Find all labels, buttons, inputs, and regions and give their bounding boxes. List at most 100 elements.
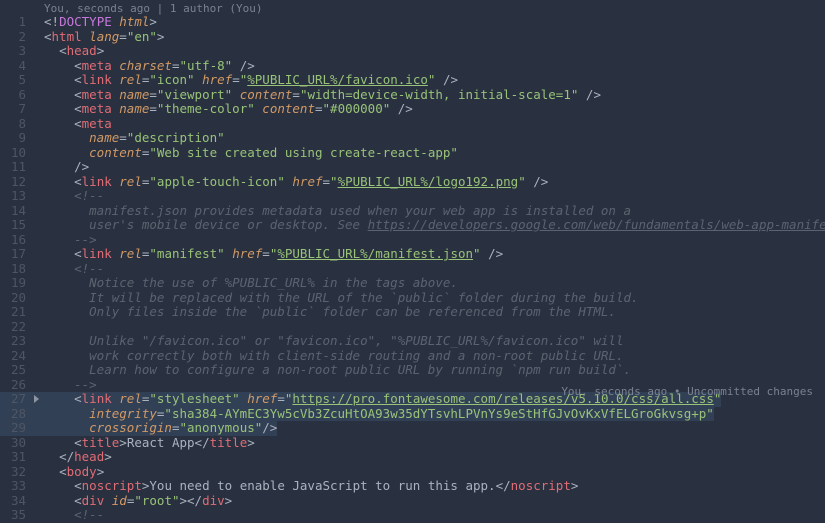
code-line[interactable]: 25 Learn how to configure a non-root pub… bbox=[0, 363, 825, 378]
code-line[interactable]: 12 <link rel="apple-touch-icon" href="%P… bbox=[0, 175, 825, 190]
code-line[interactable]: 31 </head> bbox=[0, 450, 825, 465]
code-content[interactable]: <noscript>You need to enable JavaScript … bbox=[44, 479, 578, 494]
code-content[interactable]: <!-- bbox=[44, 189, 104, 204]
code-line[interactable]: 29 crossorigin="anonymous"/> bbox=[0, 421, 825, 436]
gutter bbox=[32, 247, 44, 262]
code-line[interactable]: 22 bbox=[0, 320, 825, 335]
code-line[interactable]: 17 <link rel="manifest" href="%PUBLIC_UR… bbox=[0, 247, 825, 262]
code-line[interactable]: 7 <meta name="theme-color" content="#000… bbox=[0, 102, 825, 117]
code-line[interactable]: 30 <title>React App</title> bbox=[0, 436, 825, 451]
code-content[interactable]: <link rel="icon" href="%PUBLIC_URL%/favi… bbox=[44, 73, 458, 88]
code-line[interactable]: 33 <noscript>You need to enable JavaScri… bbox=[0, 479, 825, 494]
line-number: 8 bbox=[0, 117, 32, 132]
line-number: 11 bbox=[0, 160, 32, 175]
code-content[interactable]: <title>React App</title> bbox=[44, 436, 255, 451]
gutter bbox=[32, 349, 44, 364]
code-content[interactable]: user's mobile device or desktop. See htt… bbox=[44, 218, 825, 233]
code-content[interactable]: <link rel="apple-touch-icon" href="%PUBL… bbox=[44, 175, 548, 190]
code-content[interactable]: <!DOCTYPE html> bbox=[44, 15, 157, 30]
line-number: 3 bbox=[0, 44, 32, 59]
code-content[interactable]: <body> bbox=[44, 465, 104, 480]
code-line[interactable]: 16 --> bbox=[0, 233, 825, 248]
code-content[interactable]: <meta name="viewport" content="width=dev… bbox=[44, 88, 601, 103]
line-number: 10 bbox=[0, 146, 32, 161]
chevron-right-icon[interactable] bbox=[32, 392, 44, 407]
code-line[interactable]: 21 Only files inside the `public` folder… bbox=[0, 305, 825, 320]
code-line[interactable]: 13 <!-- bbox=[0, 189, 825, 204]
line-number: 35 bbox=[0, 508, 32, 523]
code-content[interactable]: <head> bbox=[44, 44, 104, 59]
gutter bbox=[32, 88, 44, 103]
gutter bbox=[32, 146, 44, 161]
code-line[interactable]: 3 <head> bbox=[0, 44, 825, 59]
code-line[interactable]: 8 <meta bbox=[0, 117, 825, 132]
code-line[interactable]: 6 <meta name="viewport" content="width=d… bbox=[0, 88, 825, 103]
code-content[interactable]: --> bbox=[44, 233, 97, 248]
code-content[interactable]: manifest.json provides metadata used whe… bbox=[44, 204, 631, 219]
codelens-inline[interactable]: You, seconds ago • Uncommitted changes bbox=[561, 385, 813, 398]
code-content[interactable]: Notice the use of %PUBLIC_URL% in the ta… bbox=[44, 276, 458, 291]
codelens-top[interactable]: You, seconds ago | 1 author (You) bbox=[0, 0, 825, 15]
code-content[interactable]: </head> bbox=[44, 450, 112, 465]
code-line[interactable]: 18 <!-- bbox=[0, 262, 825, 277]
code-editor[interactable]: 1<!DOCTYPE html>2<html lang="en">3 <head… bbox=[0, 15, 825, 523]
code-content[interactable]: /> bbox=[44, 160, 89, 175]
code-content[interactable]: Unlike "/favicon.ico" or "favicon.ico", … bbox=[44, 334, 623, 349]
code-content[interactable]: <link rel="manifest" href="%PUBLIC_URL%/… bbox=[44, 247, 503, 262]
code-line[interactable]: 2<html lang="en"> bbox=[0, 30, 825, 45]
gutter bbox=[32, 189, 44, 204]
code-line[interactable]: 1<!DOCTYPE html> bbox=[0, 15, 825, 30]
code-line[interactable]: 11 /> bbox=[0, 160, 825, 175]
code-content[interactable]: name="description" bbox=[44, 131, 225, 146]
code-content[interactable]: content="Web site created using create-r… bbox=[44, 146, 458, 161]
gutter bbox=[32, 494, 44, 509]
gutter bbox=[32, 407, 44, 422]
code-content[interactable] bbox=[44, 320, 52, 335]
code-content[interactable]: <meta bbox=[44, 117, 112, 132]
gutter bbox=[32, 30, 44, 45]
code-content[interactable]: --> bbox=[44, 378, 97, 393]
code-line[interactable]: 4 <meta charset="utf-8" /> bbox=[0, 59, 825, 74]
code-line[interactable]: 32 <body> bbox=[0, 465, 825, 480]
line-number: 25 bbox=[0, 363, 32, 378]
gutter bbox=[32, 15, 44, 30]
code-line[interactable]: 24 work correctly both with client-side … bbox=[0, 349, 825, 364]
line-number: 29 bbox=[0, 421, 32, 436]
code-line[interactable]: 23 Unlike "/favicon.ico" or "favicon.ico… bbox=[0, 334, 825, 349]
line-number: 32 bbox=[0, 465, 32, 480]
line-number: 6 bbox=[0, 88, 32, 103]
code-line[interactable]: 14 manifest.json provides metadata used … bbox=[0, 204, 825, 219]
code-content[interactable]: Only files inside the `public` folder ca… bbox=[44, 305, 616, 320]
gutter bbox=[32, 305, 44, 320]
code-line[interactable]: 15 user's mobile device or desktop. See … bbox=[0, 218, 825, 233]
code-line[interactable]: 35 <!-- bbox=[0, 508, 825, 523]
line-number: 13 bbox=[0, 189, 32, 204]
code-content[interactable]: Learn how to configure a non-root public… bbox=[44, 363, 631, 378]
code-line[interactable]: 9 name="description" bbox=[0, 131, 825, 146]
code-content[interactable]: <!-- bbox=[44, 508, 104, 523]
line-number: 31 bbox=[0, 450, 32, 465]
code-content[interactable]: integrity="sha384-AYmEC3Yw5cVb3ZcuHtOA93… bbox=[44, 407, 714, 422]
code-line[interactable]: 5 <link rel="icon" href="%PUBLIC_URL%/fa… bbox=[0, 73, 825, 88]
code-content[interactable]: crossorigin="anonymous"/> bbox=[44, 421, 277, 436]
code-content[interactable]: <div id="root"></div> bbox=[44, 494, 232, 509]
code-line[interactable]: 19 Notice the use of %PUBLIC_URL% in the… bbox=[0, 276, 825, 291]
code-line[interactable]: 34 <div id="root"></div> bbox=[0, 494, 825, 509]
line-number: 15 bbox=[0, 218, 32, 233]
code-line[interactable]: 28 integrity="sha384-AYmEC3Yw5cVb3ZcuHtO… bbox=[0, 407, 825, 422]
code-line[interactable]: 10 content="Web site created using creat… bbox=[0, 146, 825, 161]
code-content[interactable]: <meta charset="utf-8" /> bbox=[44, 59, 255, 74]
code-content[interactable]: <html lang="en"> bbox=[44, 30, 164, 45]
gutter bbox=[32, 378, 44, 393]
gutter bbox=[32, 175, 44, 190]
code-content[interactable]: It will be replaced with the URL of the … bbox=[44, 291, 639, 306]
gutter bbox=[32, 160, 44, 175]
code-content[interactable]: work correctly both with client-side rou… bbox=[44, 349, 623, 364]
line-number: 9 bbox=[0, 131, 32, 146]
code-content[interactable]: <!-- bbox=[44, 262, 104, 277]
line-number: 7 bbox=[0, 102, 32, 117]
code-content[interactable]: <meta name="theme-color" content="#00000… bbox=[44, 102, 413, 117]
line-number: 22 bbox=[0, 320, 32, 335]
line-number: 14 bbox=[0, 204, 32, 219]
code-line[interactable]: 20 It will be replaced with the URL of t… bbox=[0, 291, 825, 306]
